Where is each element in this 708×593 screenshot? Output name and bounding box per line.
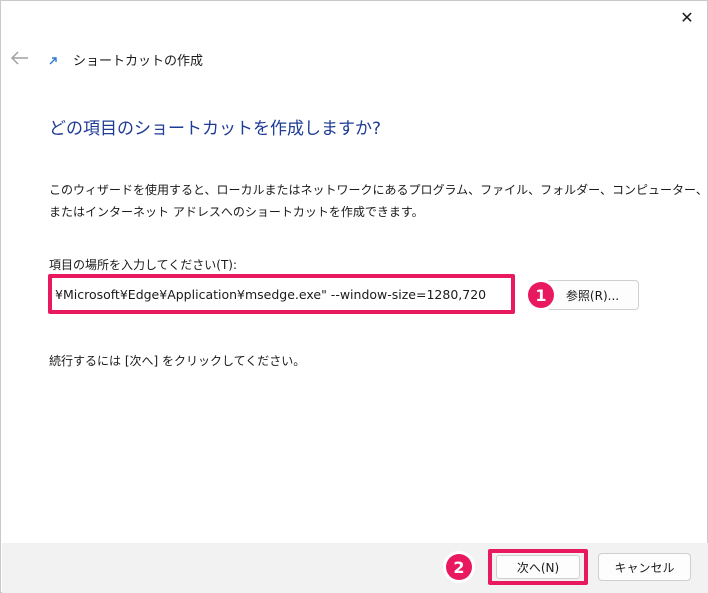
description: このウィザードを使用すると、ローカルまたはネットワークにあるプログラム、ファイル… <box>49 179 708 223</box>
back-arrow-icon <box>11 51 28 65</box>
close-button[interactable]: ✕ <box>675 6 699 30</box>
continue-hint: 続行するには [次へ] をクリックしてください。 <box>49 354 306 368</box>
back-button[interactable] <box>10 48 30 68</box>
step-badge-1: 1 <box>528 282 554 308</box>
cancel-button[interactable]: キャンセル <box>598 553 691 581</box>
shortcut-arrow-icon <box>47 55 59 67</box>
page-heading: どの項目のショートカットを作成しますか? <box>49 119 382 139</box>
description-line-1: このウィザードを使用すると、ローカルまたはネットワークにあるプログラム、ファイル… <box>49 183 708 197</box>
window-title: ショートカットの作成 <box>73 54 204 69</box>
location-input[interactable] <box>48 274 515 314</box>
step-badge-2: 2 <box>446 554 472 580</box>
location-label: 項目の場所を入力してください(T): <box>49 258 238 272</box>
close-icon: ✕ <box>680 8 694 27</box>
next-button[interactable]: 次へ(N) <box>496 555 580 579</box>
create-shortcut-dialog: ✕ ショートカットの作成 どの項目のショートカットを作成しますか? このウィザー… <box>0 0 708 593</box>
description-line-2: またはインターネット アドレスへのショートカットを作成できます。 <box>49 205 424 219</box>
browse-button[interactable]: 参照(R)... <box>546 280 639 310</box>
